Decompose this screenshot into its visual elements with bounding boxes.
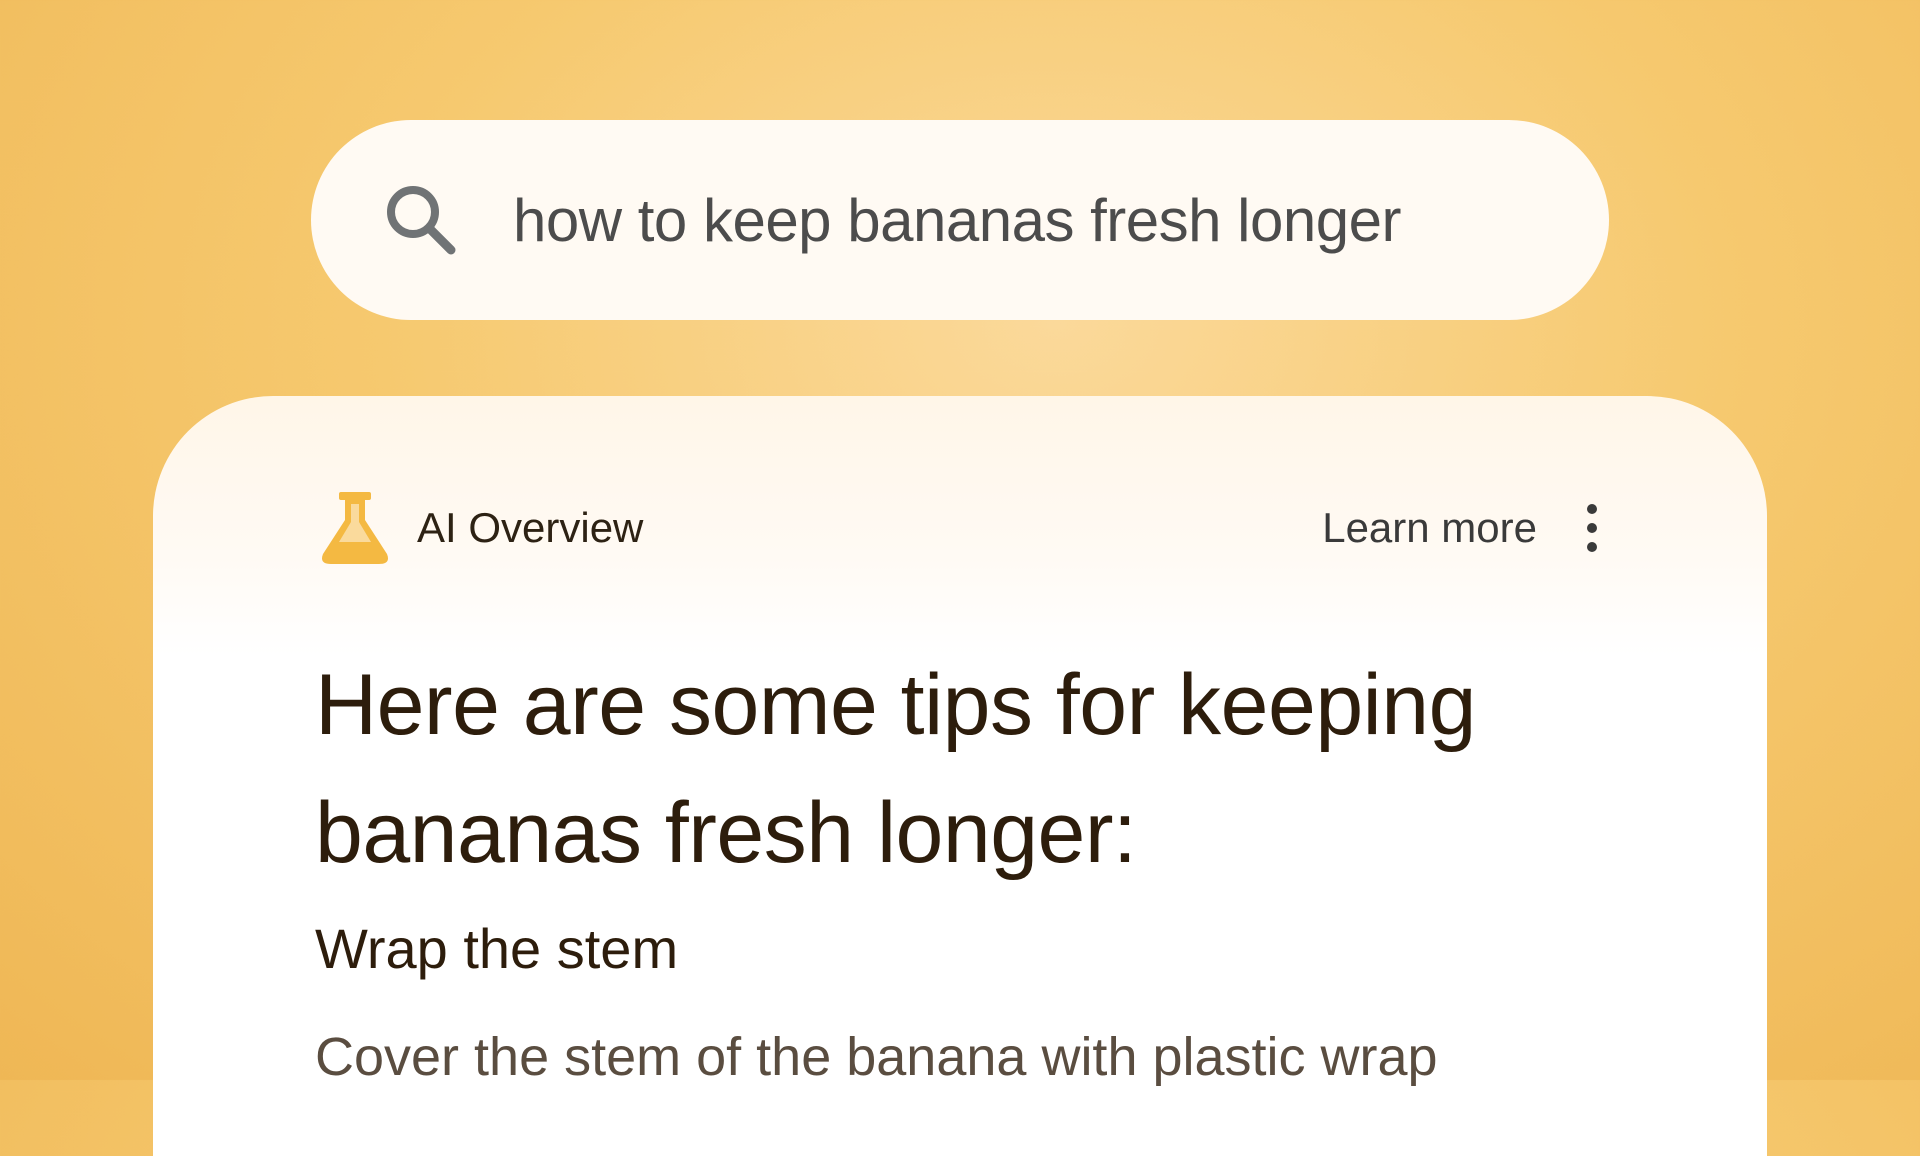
more-dot <box>1587 542 1597 552</box>
more-dot <box>1587 504 1597 514</box>
tip-title: Wrap the stem <box>315 917 679 980</box>
more-dot <box>1587 523 1597 533</box>
search-input[interactable] <box>513 175 1513 265</box>
search-bar[interactable] <box>311 120 1609 320</box>
ai-overview-title: AI Overview <box>417 504 644 551</box>
ai-overview-card: AI Overview Learn more Here are some tip… <box>153 396 1767 1156</box>
flask-icon <box>317 490 393 566</box>
overview-headline: Here are some tips for keeping bananas f… <box>315 657 1476 881</box>
more-vert-icon[interactable] <box>1577 498 1607 558</box>
search-icon <box>381 180 461 260</box>
learn-more-link[interactable]: Learn more <box>1322 504 1537 552</box>
tip-body: Cover the stem of the banana with plasti… <box>315 1027 1438 1087</box>
ai-overview-header: AI Overview Learn more <box>317 488 1607 568</box>
